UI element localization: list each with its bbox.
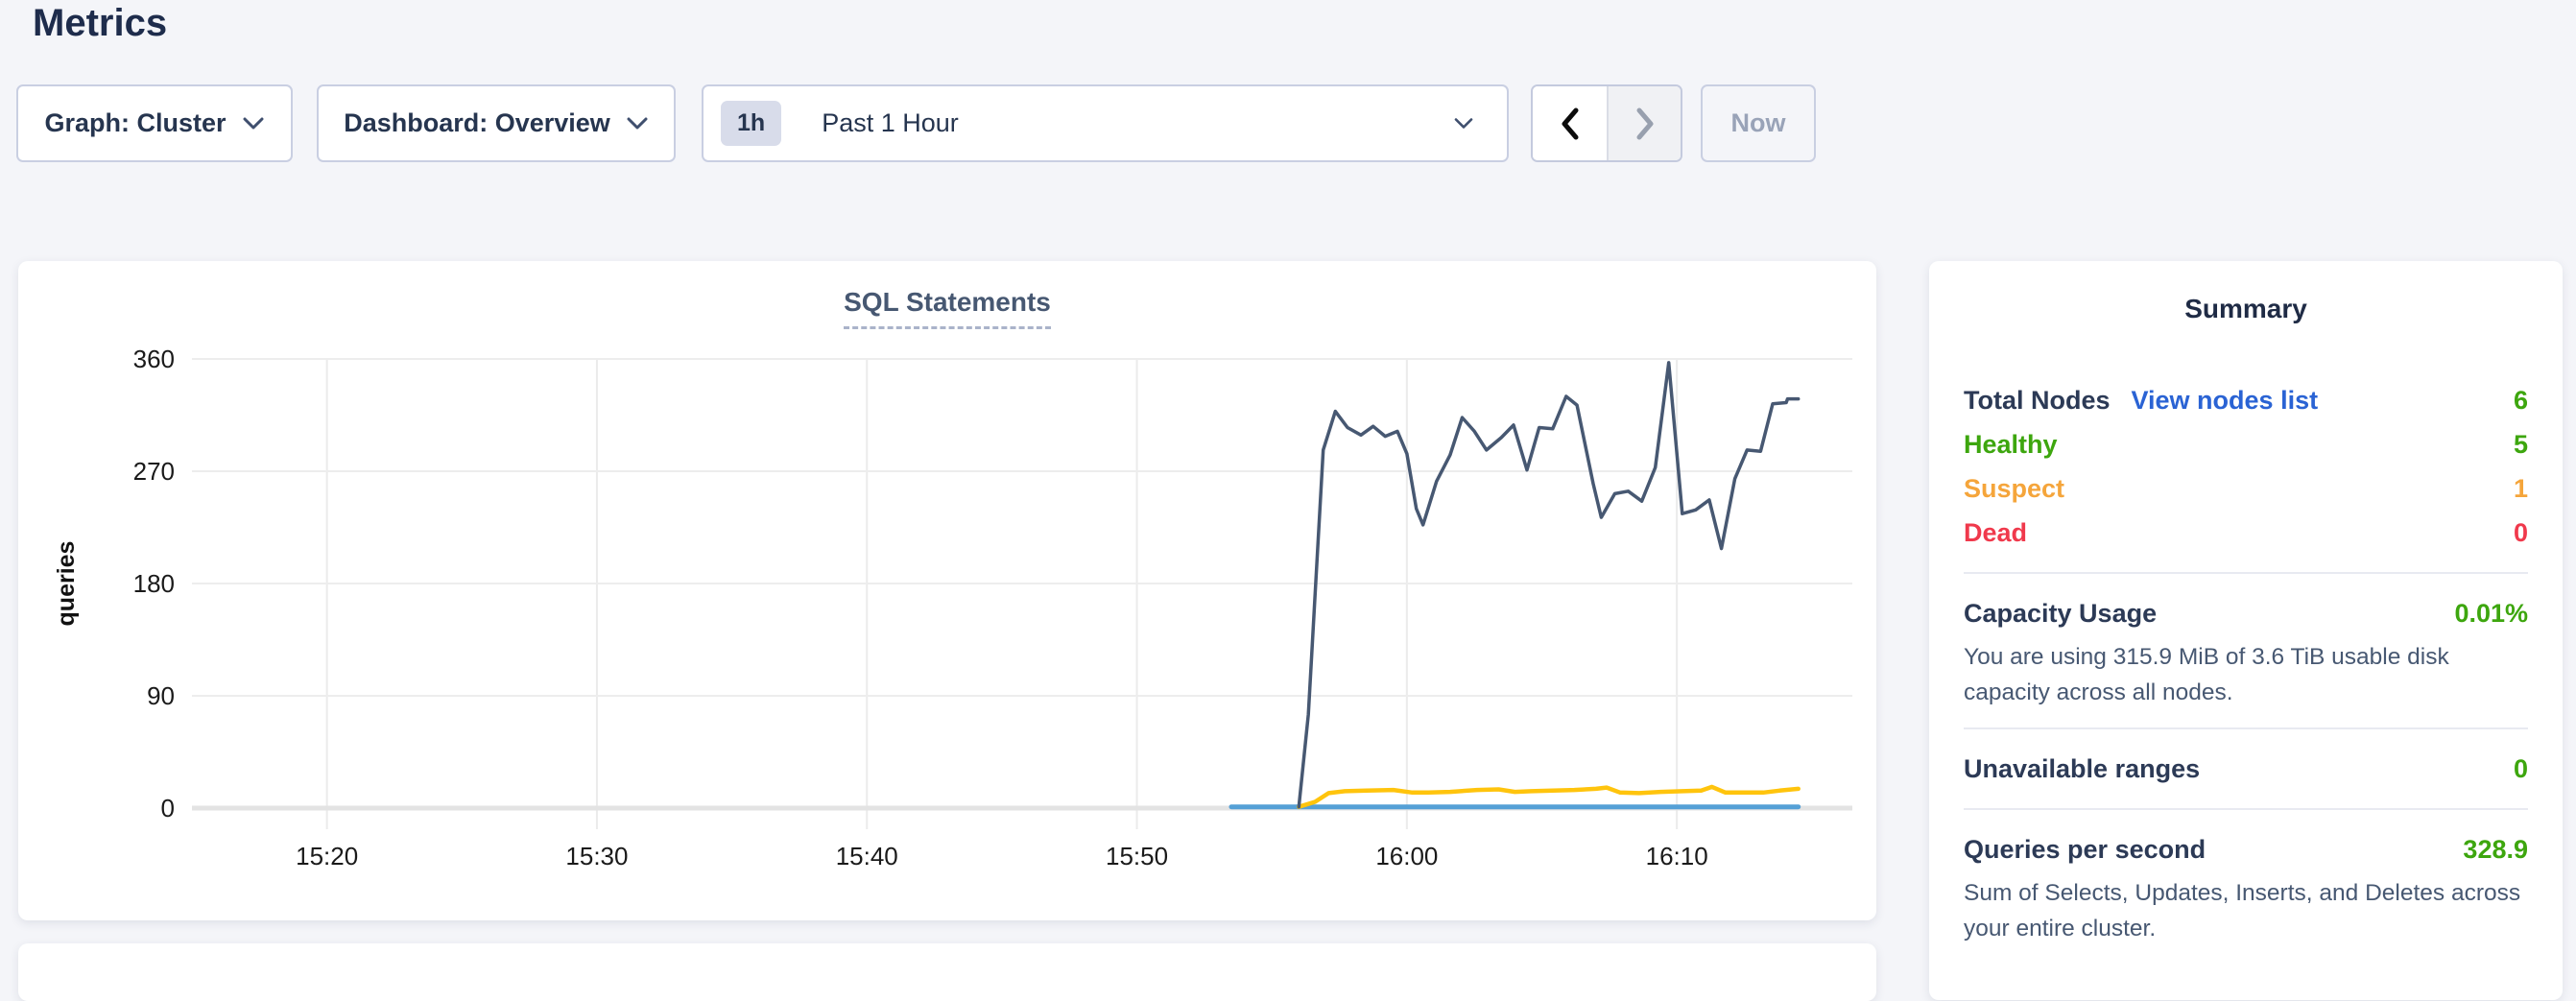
time-range-label: Past 1 Hour xyxy=(822,108,959,138)
capacity-usage-value: 0.01% xyxy=(2454,599,2528,629)
sql-statements-chart[interactable]: 0 90 180 270 360 15:20 15:30 15:40 15:50 16:00 16:… xyxy=(18,331,1876,917)
chart-title[interactable]: SQL Statements xyxy=(844,287,1051,329)
chevron-right-icon xyxy=(1633,106,1658,142)
page-title: Metrics xyxy=(33,2,167,45)
divider xyxy=(1964,808,2528,810)
svg-text:90: 90 xyxy=(147,681,175,710)
dead-value: 0 xyxy=(2514,518,2528,548)
now-button[interactable]: Now xyxy=(1701,84,1816,162)
suspect-label: Suspect xyxy=(1964,474,2064,504)
time-range-badge: 1h xyxy=(721,101,781,146)
unavailable-ranges-label: Unavailable ranges xyxy=(1964,754,2200,784)
time-step-buttons xyxy=(1531,84,1682,162)
svg-text:16:00: 16:00 xyxy=(1375,842,1438,870)
divider xyxy=(1964,727,2528,729)
prev-time-button[interactable] xyxy=(1533,86,1607,160)
dead-label: Dead xyxy=(1964,518,2027,548)
svg-text:270: 270 xyxy=(133,457,175,486)
svg-text:360: 360 xyxy=(133,345,175,373)
summary-panel: Summary Total Nodes View nodes list 6 He… xyxy=(1929,261,2563,1000)
divider xyxy=(1964,572,2528,574)
svg-text:16:10: 16:10 xyxy=(1646,842,1708,870)
chevron-down-icon xyxy=(626,116,649,131)
view-nodes-list-link[interactable]: View nodes list xyxy=(2132,386,2319,416)
next-chart-card xyxy=(18,943,1876,1001)
capacity-usage-description: You are using 315.9 MiB of 3.6 TiB usabl… xyxy=(1964,639,2528,710)
unavailable-ranges-value: 0 xyxy=(2514,754,2528,784)
svg-text:15:30: 15:30 xyxy=(565,842,628,870)
total-nodes-label: Total Nodes xyxy=(1964,386,2111,416)
graph-dropdown[interactable]: Graph: Cluster xyxy=(16,84,293,162)
total-nodes-value: 6 xyxy=(2514,386,2528,416)
queries-per-second-value: 328.9 xyxy=(2463,835,2528,865)
svg-text:0: 0 xyxy=(161,794,175,822)
svg-text:queries: queries xyxy=(53,541,80,627)
chevron-down-icon xyxy=(1453,117,1474,131)
unavailable-ranges-row: Unavailable ranges 0 xyxy=(1964,747,2528,791)
queries-per-second-row: Queries per second 328.9 xyxy=(1964,827,2528,871)
chevron-left-icon xyxy=(1558,106,1583,142)
sql-statements-card: SQL Statements 0 90 180 270 360 15:20 15:30 15:… xyxy=(18,261,1876,920)
svg-text:15:50: 15:50 xyxy=(1106,842,1168,870)
now-button-label: Now xyxy=(1731,108,1786,138)
capacity-usage-label: Capacity Usage xyxy=(1964,599,2157,629)
healthy-label: Healthy xyxy=(1964,430,2058,460)
summary-heading: Summary xyxy=(1964,294,2528,324)
node-status-rows: Total Nodes View nodes list 6 Healthy 5 … xyxy=(1964,378,2528,555)
capacity-usage-row: Capacity Usage 0.01% xyxy=(1964,591,2528,635)
next-time-button[interactable] xyxy=(1607,86,1681,160)
healthy-nodes-row: Healthy 5 xyxy=(1964,422,2528,466)
svg-text:15:20: 15:20 xyxy=(296,842,358,870)
dead-nodes-row: Dead 0 xyxy=(1964,511,2528,555)
chevron-down-icon xyxy=(242,116,265,131)
queries-per-second-label: Queries per second xyxy=(1964,835,2206,865)
total-nodes-row: Total Nodes View nodes list 6 xyxy=(1964,378,2528,422)
dashboard-dropdown-label: Dashboard: Overview xyxy=(344,108,610,138)
suspect-nodes-row: Suspect 1 xyxy=(1964,466,2528,511)
dashboard-dropdown[interactable]: Dashboard: Overview xyxy=(317,84,676,162)
svg-text:15:40: 15:40 xyxy=(836,842,898,870)
svg-text:180: 180 xyxy=(133,569,175,598)
graph-dropdown-label: Graph: Cluster xyxy=(44,108,226,138)
healthy-value: 5 xyxy=(2514,430,2528,460)
time-range-dropdown[interactable]: 1h Past 1 Hour xyxy=(702,84,1509,162)
suspect-value: 1 xyxy=(2514,474,2528,504)
queries-per-second-description: Sum of Selects, Updates, Inserts, and De… xyxy=(1964,875,2528,946)
